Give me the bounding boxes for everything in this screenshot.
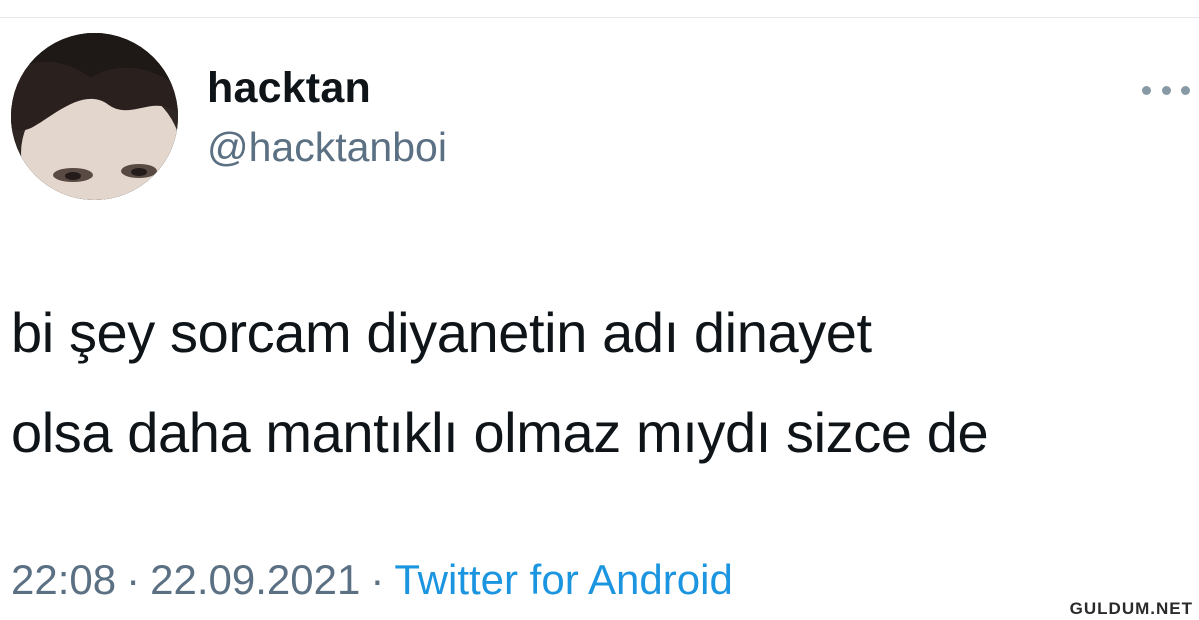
watermark: GULDUM.NET	[1069, 599, 1193, 618]
avatar[interactable]	[11, 33, 178, 200]
meta-separator: ·	[126, 556, 141, 603]
tweet-source-link[interactable]: Twitter for Android	[394, 556, 732, 603]
tweet-card: hacktan @hacktanboi bi şey sorcam diyane…	[0, 0, 1199, 620]
dot-icon	[1142, 85, 1151, 95]
top-divider	[0, 17, 1199, 18]
dot-icon	[1181, 85, 1190, 95]
more-options-icon[interactable]	[1142, 80, 1190, 100]
tweet-text: bi şey sorcam diyanetin adı dinayet olsa…	[11, 301, 989, 464]
tweet-time[interactable]: 22:08	[11, 556, 116, 603]
dot-icon	[1161, 85, 1171, 95]
avatar-image	[11, 33, 178, 200]
user-handle[interactable]: @hacktanboi	[207, 124, 447, 171]
meta-separator: ·	[370, 556, 385, 603]
display-name[interactable]: hacktan	[207, 64, 371, 113]
tweet-date[interactable]: 22.09.2021	[150, 556, 360, 603]
tweet-meta: 22:08 · 22.09.2021 · Twitter for Android	[11, 556, 733, 604]
